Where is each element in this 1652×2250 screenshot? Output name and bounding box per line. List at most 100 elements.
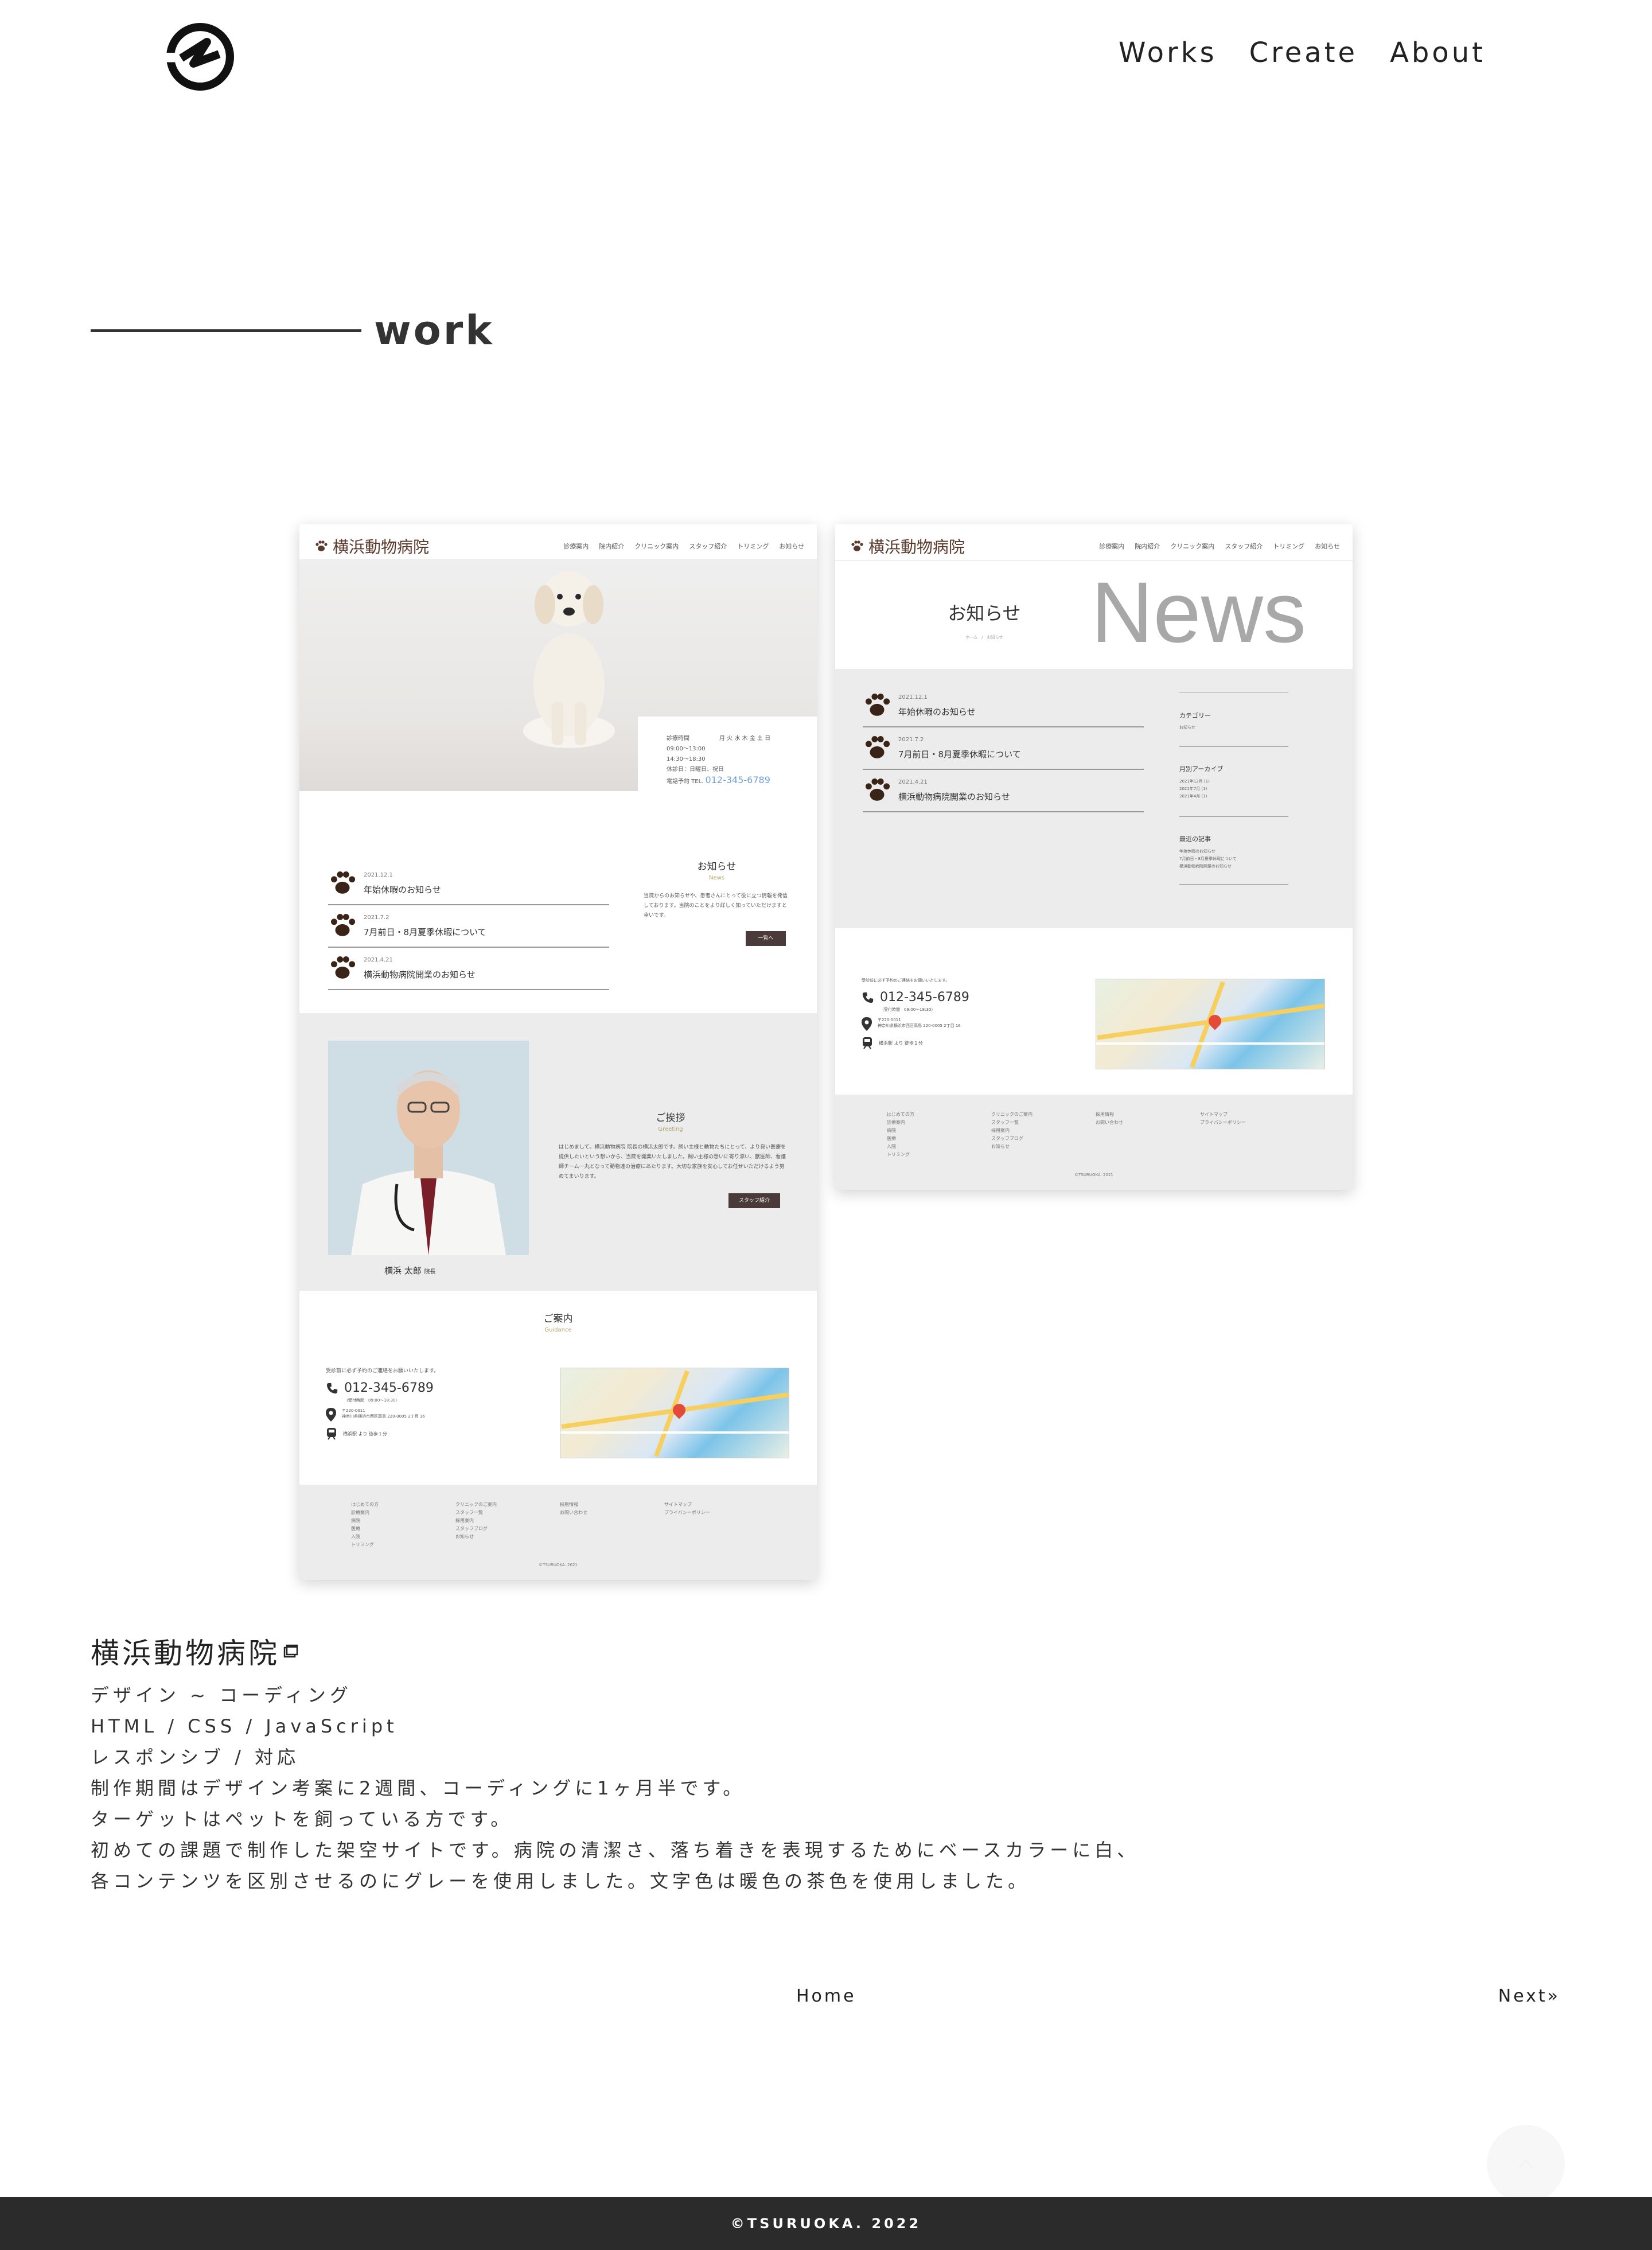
nav-about-link[interactable]: About (1390, 37, 1486, 69)
mock-news-title: 7月前日・8月夏季休暇について (364, 927, 486, 937)
external-link-icon (283, 1644, 298, 1658)
mock-page-big-title: News (1091, 564, 1307, 660)
mock-news-item: 2021.4.21 横浜動物病院開業のお知らせ (863, 770, 1144, 812)
mock-footer-link: お問い合わせ (1096, 1120, 1123, 1125)
mock-guide-note: 受診前に必ず予約のご連絡をお願いいたします。 (862, 978, 950, 983)
mock-map (560, 1368, 789, 1458)
mock-hours-row: 14:30〜18:30 (667, 756, 706, 762)
mock-guide-sub: Guidance (544, 1327, 572, 1333)
mock-nav-item: クリニック案内 (1170, 543, 1215, 550)
mock-news-item: 2021.12.1 年始休暇のお知らせ (863, 685, 1144, 727)
mock-news-date: 2021.7.2 (364, 914, 389, 921)
paw-icon (866, 778, 890, 801)
nav-create-link[interactable]: Create (1249, 37, 1358, 69)
mock-footer-col: はじめての方 診療案内 病院 医療 入院 トリミング (351, 1501, 379, 1549)
mock-news-title: 7月前日・8月夏季休暇について (898, 749, 1021, 760)
mock-nav-item: 院内紹介 (1135, 543, 1160, 550)
mock-guide-heading: ご案内 (543, 1313, 573, 1325)
mock-nav-item: スタッフ紹介 (1225, 543, 1263, 550)
mock-guide-tel: 012-345-6789 (880, 990, 969, 1005)
mock-footer-link: トリミング (351, 1542, 374, 1547)
mock-news-title: 年始休暇のお知らせ (364, 885, 441, 895)
work-title-link[interactable]: 横浜動物病院 (91, 1630, 1139, 1672)
mock-page-title: お知らせ ホーム / お知らせ (941, 599, 1027, 640)
mock-footer-link: 診療案内 (887, 1120, 905, 1125)
mock-footer-link: サイトマップ (1200, 1112, 1228, 1117)
home-link[interactable]: Home (796, 1986, 856, 2006)
mock-footer-col: サイトマップ プライバシーポリシー (664, 1501, 710, 1517)
mock-footer-link: 病院 (351, 1518, 360, 1523)
mock-side-archive-item: 2021年4月 (1) (1179, 794, 1207, 799)
train-icon (327, 1428, 336, 1440)
mock-guide-station: 横浜駅 より 徒歩１分 (879, 1040, 923, 1046)
mock-nav-item: クリニック案内 (634, 543, 679, 550)
mock-page-heading: お知らせ (948, 602, 1021, 624)
mock-footer-link: スタッフ一覧 (991, 1120, 1019, 1125)
nav-works-link[interactable]: Works (1119, 37, 1217, 69)
mock-doctor-name: 横浜 太郎 (384, 1266, 422, 1276)
mock-footer-link: サイトマップ (664, 1502, 692, 1507)
dog-illustration (523, 571, 615, 748)
mock-footer-link: スタッフブログ (455, 1526, 488, 1531)
mock-hours-tel: 012-345-6789 (705, 774, 770, 785)
mock-news-date: 2021.7.2 (898, 737, 924, 743)
mock-hours-days: 月 火 水 木 金 土 日 (719, 735, 771, 742)
site-footer: ©TSURUOKA. 2022 (0, 2197, 1652, 2250)
mock-nav-item: 診療案内 (563, 543, 589, 550)
paw-icon (331, 956, 356, 979)
mock-footer-link: 採用案内 (991, 1128, 1010, 1133)
work-title: 横浜動物病院 (91, 1637, 280, 1670)
mock-news-heading: お知らせ (697, 861, 737, 873)
mockup-news-screenshot[interactable]: 横浜動物病院 診療案内 院内紹介 クリニック案内 スタッフ紹介 トリミング お知… (835, 524, 1353, 1190)
train-icon (863, 1037, 872, 1049)
mock-guide-info: 受診前に必ず予約のご連絡をお願いいたします。 012-345-6789 （受付時… (326, 1367, 544, 1440)
mock-footer: はじめての方 診療案内 病院 医療 入院 トリミング クリニックのご案内 スタッ… (299, 1485, 817, 1580)
logo-icon[interactable] (166, 23, 234, 91)
mock-news-date: 2021.4.21 (364, 957, 393, 963)
mock-footer-col: クリニックのご案内 スタッフ一覧 採用案内 スタッフブログ お知らせ (455, 1501, 497, 1541)
mock-footer-link: はじめての方 (887, 1112, 914, 1117)
mock-news-button: 一覧へ (746, 931, 786, 946)
paw-icon (331, 914, 356, 936)
mock-map (1096, 979, 1325, 1069)
mock-nav-item: お知らせ (779, 543, 804, 550)
description-line: レスポンシブ / 対応 (91, 1746, 300, 1768)
mock-sidebar: カテゴリー お知らせ 月別アーカイブ 2021年12月 (1) 2021年7月 … (1179, 692, 1288, 885)
mock-footer-link: お知らせ (991, 1144, 1010, 1149)
next-link[interactable]: Next» (1498, 1986, 1560, 2006)
mock-guide-address: 神奈川県横浜市西区高島 220-0005 2丁目 16 (342, 1414, 425, 1419)
mock-side-archive: 月別アーカイブ (1179, 746, 1288, 773)
mock-footer-link: 医療 (351, 1526, 360, 1531)
mock-footer-col: クリニックのご案内 スタッフ一覧 採用案内 スタッフブログ お知らせ (991, 1111, 1032, 1151)
mock-guide-postal: 〒220-0011 (878, 1018, 901, 1022)
mock-guide-postal: 〒220-0011 (342, 1408, 365, 1413)
mock-news-item: 2021.7.2 7月前日・8月夏季休暇について (328, 905, 609, 948)
mock-news-intro: お知らせ News 当院からのお知らせや、患者さんにとって役に立つ情報を発信して… (644, 858, 790, 946)
scroll-to-top-button[interactable] (1487, 2125, 1565, 2203)
mock-guide-station: 横浜駅 より 徒歩１分 (343, 1431, 387, 1437)
mock-doctor-photo (328, 1041, 529, 1255)
mock-side-recent: 最近の記事 (1179, 816, 1288, 843)
mock-news-sub: News (708, 875, 725, 881)
paw-icon (331, 871, 356, 894)
footer-copyright: ©TSURUOKA. 2022 (730, 2216, 922, 2232)
mock-footer-copyright: ©TSURUOKA. 2021 (539, 1563, 578, 1567)
description-line: ターゲットはペットを飼っている方です。 (91, 1808, 513, 1830)
mock-greeting-text: はじめまして。横浜動物病院 院長の横浜太郎です。飼い主様と動物たちにとって、より… (559, 1145, 786, 1180)
mock-hours-card: 診療時間 月 火 水 木 金 土 日 09:00〜13:00 14:30〜18:… (638, 717, 817, 831)
mock-nav: 診療案内 院内紹介 クリニック案内 スタッフ紹介 トリミング お知らせ (1099, 542, 1340, 551)
paw-icon (851, 540, 863, 551)
mock-footer-link: 採用情報 (560, 1502, 578, 1507)
mock-footer-link: クリニックのご案内 (991, 1112, 1032, 1117)
phone-icon (326, 1383, 338, 1393)
mock-footer-link: 入院 (351, 1534, 360, 1539)
mock-footer-col: サイトマップ プライバシーポリシー (1200, 1111, 1246, 1127)
mock-footer-col: はじめての方 診療案内 病院 医療 入院 トリミング (887, 1111, 914, 1159)
mock-news-date: 2021.12.1 (898, 694, 928, 700)
mockup-home-screenshot[interactable]: 横浜動物病院 診療案内 院内紹介 クリニック案内 スタッフ紹介 トリミング お知… (299, 524, 817, 1580)
mock-footer-link: スタッフブログ (991, 1136, 1023, 1141)
mock-news-title: 横浜動物病院開業のお知らせ (364, 970, 476, 980)
description-line: 初めての課題で制作した架空サイトです。病院の清潔さ、落ち着きを表現するためにベー… (91, 1839, 1140, 1861)
mock-footer-col: 採用情報 お問い合わせ (1096, 1111, 1123, 1127)
paw-icon (315, 540, 328, 551)
